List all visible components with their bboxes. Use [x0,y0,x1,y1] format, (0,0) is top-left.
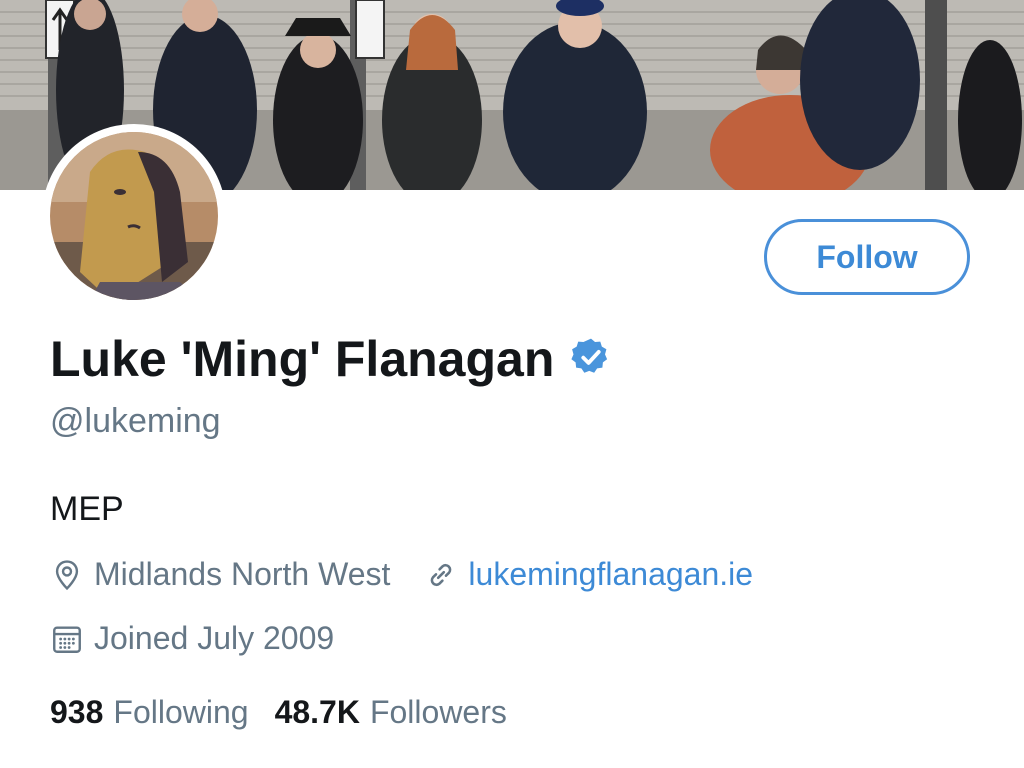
followers-label: Followers [369,694,507,730]
profile-handle: @lukeming [50,402,221,440]
joined-text: Joined July 2009 [94,620,335,656]
profile-meta-row: Midlands North West lukemingflanagan.ie [50,556,753,593]
display-name: Luke 'Ming' Flanagan [50,331,555,387]
followers-stat[interactable]: 48.7K Followers [275,694,507,731]
following-label: Following [113,694,249,730]
profile-bio: MEP [50,490,124,528]
profile-avatar[interactable] [42,124,226,308]
location-pin-icon [50,558,84,592]
profile-joined-row: Joined July 2009 [50,620,334,657]
profile-website[interactable]: lukemingflanagan.ie [424,556,753,593]
link-icon [424,558,458,592]
following-stat[interactable]: 938 Following [50,694,249,731]
profile-stats: 938 Following 48.7K Followers [50,694,533,731]
website-link[interactable]: lukemingflanagan.ie [468,556,753,593]
follow-button-label: Follow [816,238,918,275]
follow-button[interactable]: Follow [764,219,970,295]
avatar-photo [50,132,218,300]
followers-count: 48.7K [274,694,360,730]
verified-badge-icon [570,336,612,383]
profile-location: Midlands North West [50,556,390,593]
profile-name-row: Luke 'Ming' Flanagan [50,330,612,388]
calendar-icon [50,622,84,656]
location-text: Midlands North West [94,556,391,592]
following-count: 938 [50,694,104,730]
